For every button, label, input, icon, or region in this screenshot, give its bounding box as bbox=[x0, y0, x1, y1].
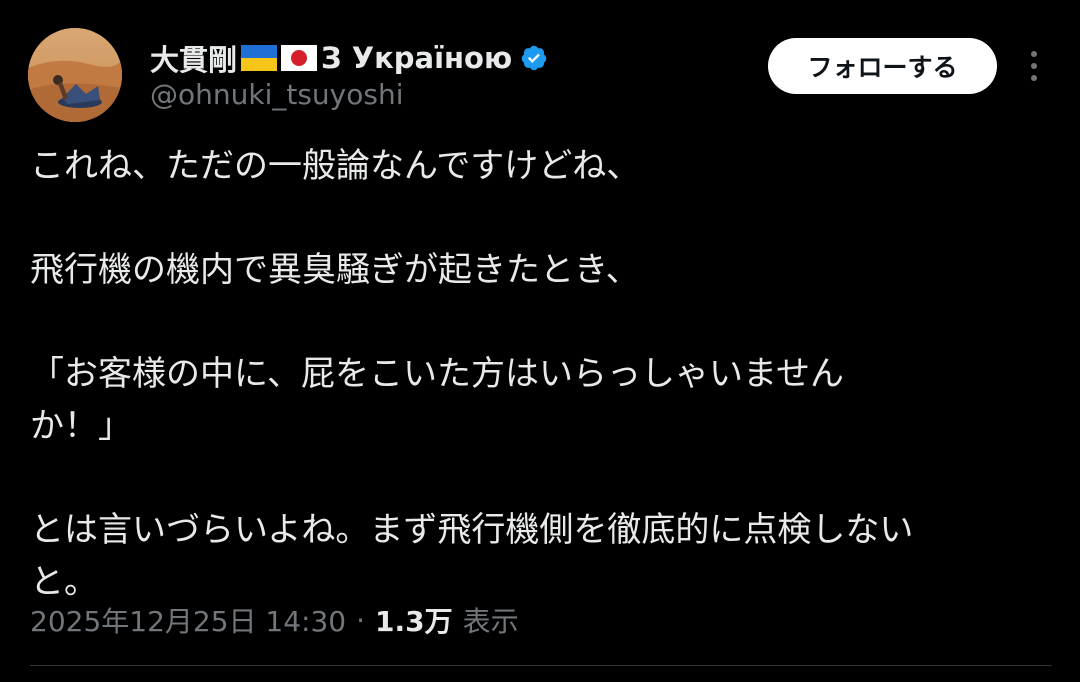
divider bbox=[30, 665, 1052, 666]
tweet-text: これね、ただの一般論なんですけどね、 飛行機の機内で異臭騒ぎが起きたとき、 「お… bbox=[30, 146, 914, 602]
verified-badge-icon[interactable] bbox=[520, 44, 548, 72]
views-label: 表示 bbox=[462, 605, 519, 638]
follow-button[interactable]: フォローする bbox=[768, 38, 997, 94]
author-handle[interactable]: @ohnuki_tsuyoshi bbox=[150, 78, 404, 111]
avatar[interactable] bbox=[28, 28, 122, 122]
display-name-suffix[interactable]: З Україною bbox=[321, 41, 512, 75]
more-icon[interactable] bbox=[1018, 48, 1050, 84]
tweet-meta: 2025年12月25日 14:30 · 1.3万 表示 bbox=[30, 598, 519, 642]
display-name-prefix[interactable]: 大貫剛 bbox=[150, 37, 237, 79]
ukraine-flag-icon bbox=[241, 45, 278, 71]
more-dot bbox=[1031, 63, 1037, 69]
meta-separator: · bbox=[356, 603, 366, 637]
timestamp[interactable]: 2025年12月25日 14:30 bbox=[30, 600, 346, 640]
japan-flag-icon bbox=[281, 45, 318, 71]
more-dot bbox=[1031, 51, 1037, 57]
author-name-row[interactable]: 大貫剛 З Україною bbox=[150, 38, 548, 78]
more-dot bbox=[1031, 75, 1037, 81]
avatar-image bbox=[28, 28, 122, 122]
views-count: 1.3万 bbox=[375, 605, 453, 638]
tweet: 大貫剛 З Україною @ohnuki_tsuyoshi フォローする こ… bbox=[0, 0, 1080, 682]
